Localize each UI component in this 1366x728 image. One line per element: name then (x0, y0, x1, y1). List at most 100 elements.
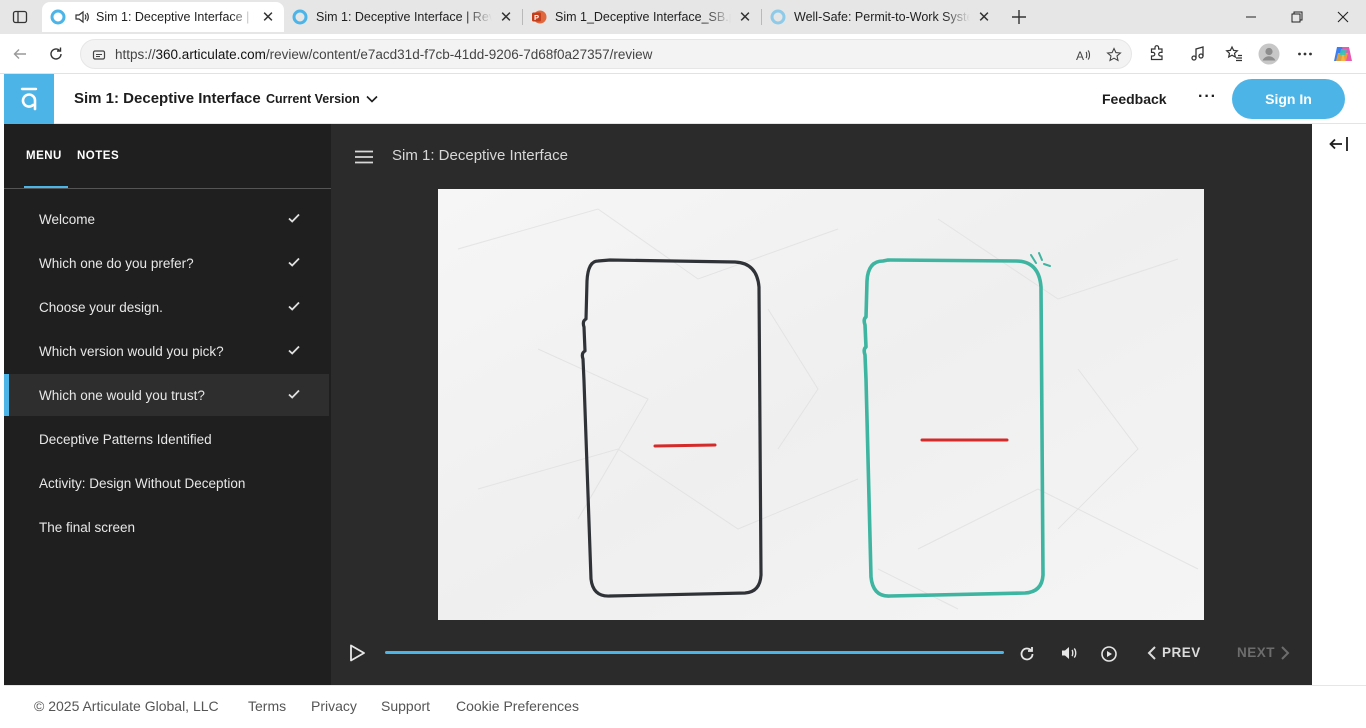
address-bar[interactable]: https://360.articulate.com/review/conten… (80, 39, 1132, 69)
refresh-button[interactable] (44, 42, 68, 66)
comments-panel-strip (1312, 124, 1366, 685)
chevron-down-icon (366, 92, 378, 106)
prev-button[interactable]: PREV (1147, 645, 1201, 660)
player-controls: PREV NEXT (331, 634, 1312, 674)
next-label: NEXT (1237, 645, 1276, 660)
restore-button[interactable] (1274, 0, 1320, 34)
browser-tab-bar: Sim 1: Deceptive Interface | Review ✕ Si… (0, 0, 1366, 34)
browser-tab-3[interactable]: P Sim 1_Deceptive Interface_SB.pptx ✕ (523, 2, 761, 32)
articulate-logo-icon[interactable] (4, 74, 54, 124)
terms-link[interactable]: Terms (248, 698, 286, 714)
menu-item-label: Activity: Design Without Deception (39, 475, 246, 491)
site-info-icon[interactable] (90, 46, 108, 64)
menu-item-label: Choose your design. (39, 299, 163, 315)
menu-item-which-one-would-you-trust[interactable]: Which one would you trust? (4, 374, 329, 416)
checkmark-icon (288, 257, 300, 267)
tab-close-button[interactable]: ✕ (260, 9, 276, 26)
replay-icon[interactable] (1017, 644, 1037, 664)
menu-item-label: Which one would you trust? (39, 387, 205, 403)
paper-background (438, 189, 1204, 620)
back-button[interactable] (8, 42, 32, 66)
favorite-star-icon[interactable] (1104, 45, 1124, 65)
tab-actions-icon[interactable] (10, 7, 30, 27)
chevron-right-icon (1281, 645, 1290, 660)
review-header: Sim 1: Deceptive Interface Current Versi… (4, 74, 1366, 124)
url-prefix: https:// (115, 47, 156, 62)
page-title: Sim 1: Deceptive Interface (74, 90, 261, 107)
copyright-text: © 2025 Articulate Global, LLC (34, 698, 219, 714)
powerpoint-icon: P (531, 9, 547, 25)
svg-text:P: P (534, 13, 539, 22)
menu-item-deceptive-patterns-identified[interactable]: Deceptive Patterns Identified (4, 418, 329, 460)
next-button[interactable]: NEXT (1237, 645, 1290, 660)
seek-bar[interactable] (385, 651, 1004, 654)
slide-title: Sim 1: Deceptive Interface (392, 147, 568, 164)
hamburger-menu-icon[interactable] (355, 150, 373, 164)
tab-title: Sim 1: Deceptive Interface | Review (316, 10, 492, 24)
browser-tab-2[interactable]: Sim 1: Deceptive Interface | Review ✕ (284, 2, 522, 32)
checkmark-icon (288, 301, 300, 311)
tab-close-button[interactable]: ✕ (737, 9, 753, 26)
feedback-button[interactable]: Feedback (1102, 91, 1167, 107)
url-path: /review/content/e7acd31d-f7cb-41dd-9206-… (265, 47, 653, 62)
browser-toolbar: https://360.articulate.com/review/conten… (0, 34, 1366, 74)
playback-speed-icon[interactable] (1099, 644, 1119, 664)
checkmark-icon (288, 345, 300, 355)
speaker-icon[interactable] (74, 9, 90, 25)
play-button[interactable] (347, 643, 367, 663)
tab-close-button[interactable]: ✕ (976, 9, 992, 26)
cookie-preferences-link[interactable]: Cookie Preferences (456, 698, 579, 714)
media-control-icon[interactable] (1187, 43, 1209, 65)
browser-tab-4[interactable]: Well-Safe: Permit-to-Work System ✕ (762, 2, 1000, 32)
more-options-button[interactable]: ··· (1198, 88, 1217, 106)
articulate-ring-icon (770, 9, 786, 25)
volume-icon[interactable] (1059, 643, 1079, 663)
extensions-icon[interactable] (1146, 43, 1168, 65)
menu-item-which-one-do-you-prefer[interactable]: Which one do you prefer? (4, 242, 329, 284)
checkmark-icon (288, 213, 300, 223)
profile-avatar-icon[interactable] (1258, 43, 1280, 65)
tab-title: Well-Safe: Permit-to-Work System (794, 10, 970, 24)
menu-item-welcome[interactable]: Welcome (4, 198, 329, 240)
menu-item-label: Welcome (39, 211, 96, 227)
copilot-icon[interactable] (1332, 43, 1354, 65)
privacy-link[interactable]: Privacy (311, 698, 357, 714)
menu-item-activity-design-without-deception[interactable]: Activity: Design Without Deception (4, 462, 329, 504)
slide-canvas (438, 189, 1204, 620)
url-text: https://360.articulate.com/review/conten… (115, 47, 652, 62)
version-label: Current Version (266, 92, 360, 106)
page-footer: © 2025 Articulate Global, LLC Terms Priv… (4, 685, 1366, 725)
menu-item-label: The final screen (39, 519, 136, 535)
checkmark-icon (288, 389, 300, 399)
menu-item-label: Which one do you prefer? (39, 255, 194, 271)
prev-label: PREV (1162, 645, 1201, 660)
browser-tab-1[interactable]: Sim 1: Deceptive Interface | Review ✕ (42, 2, 284, 32)
active-tab-indicator (24, 186, 68, 188)
sign-in-button[interactable]: Sign In (1232, 79, 1345, 119)
svg-text:A: A (1076, 49, 1084, 63)
menu-item-choose-your-design[interactable]: Choose your design. (4, 286, 329, 328)
articulate-ring-icon (50, 9, 66, 25)
menu-item-which-version-would-you-pick[interactable]: Which version would you pick? (4, 330, 329, 372)
course-sidebar: MENU NOTES Welcome Which one do you pref… (4, 124, 331, 685)
menu-item-the-final-screen[interactable]: The final screen (4, 506, 329, 548)
slide-player: Sim 1: Deceptive Interface PREV NEXT (331, 124, 1312, 685)
settings-more-icon[interactable] (1294, 43, 1316, 65)
window-close-button[interactable] (1320, 0, 1366, 34)
expand-panel-icon[interactable] (1328, 135, 1350, 153)
favorites-icon[interactable] (1223, 43, 1245, 65)
version-dropdown[interactable]: Current Version (266, 92, 378, 106)
tab-menu[interactable]: MENU (26, 150, 62, 162)
read-aloud-icon[interactable]: A (1073, 45, 1093, 65)
articulate-ring-icon (292, 9, 308, 25)
tab-title: Sim 1_Deceptive Interface_SB.pptx (555, 10, 731, 24)
tab-notes[interactable]: NOTES (77, 150, 119, 162)
menu-item-label: Deceptive Patterns Identified (39, 431, 212, 447)
sidebar-tabs: MENU NOTES (4, 124, 331, 189)
tab-close-button[interactable]: ✕ (498, 9, 514, 26)
minimize-button[interactable] (1228, 0, 1274, 34)
menu-item-label: Which version would you pick? (39, 343, 224, 359)
chevron-left-icon (1147, 645, 1156, 660)
support-link[interactable]: Support (381, 698, 430, 714)
new-tab-button[interactable] (1008, 6, 1030, 28)
